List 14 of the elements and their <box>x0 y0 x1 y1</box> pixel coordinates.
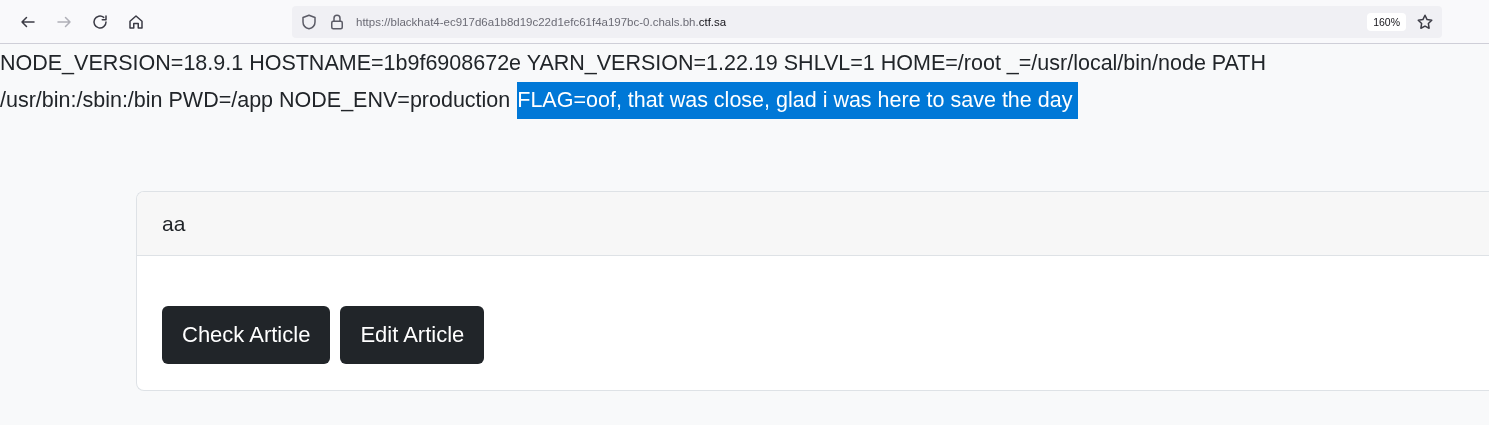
article-button[interactable]: Check Article <box>162 306 331 364</box>
url-text: https://blackhat4-ec917d6a1b8d19c22d1efc61f4a197bc-0.chals.bh.ctf.sa <box>356 15 728 28</box>
article-button[interactable]: Edit Article <box>340 306 485 364</box>
card-title: aa <box>137 192 1489 256</box>
star-icon <box>1416 12 1434 31</box>
address-bar[interactable]: https://blackhat4-ec917d6a1b8d19c22d1efc61f4a197bc-0.chals.bh.ctf.sa 160% <box>292 5 1442 38</box>
zoom-level-button[interactable]: 160% <box>1367 12 1406 31</box>
shield-icon <box>300 12 318 31</box>
env-text: /usr/bin:/sbin:/bin PWD=/app NODE_ENV=production <box>0 87 511 114</box>
reload-icon <box>91 12 109 31</box>
env-text: NODE_VERSION=18.9.1 HOSTNAME=1b9f6908672e YARN_VERSION=1.22.19 SHLVL=1 HOME=/root _=/usr/local/bin/node PATH <box>0 50 1266 77</box>
lock-icon <box>328 12 346 31</box>
home-icon <box>127 12 145 31</box>
flag-text: FLAG=oof, that was close, glad i was here to save the day <box>517 82 1079 119</box>
